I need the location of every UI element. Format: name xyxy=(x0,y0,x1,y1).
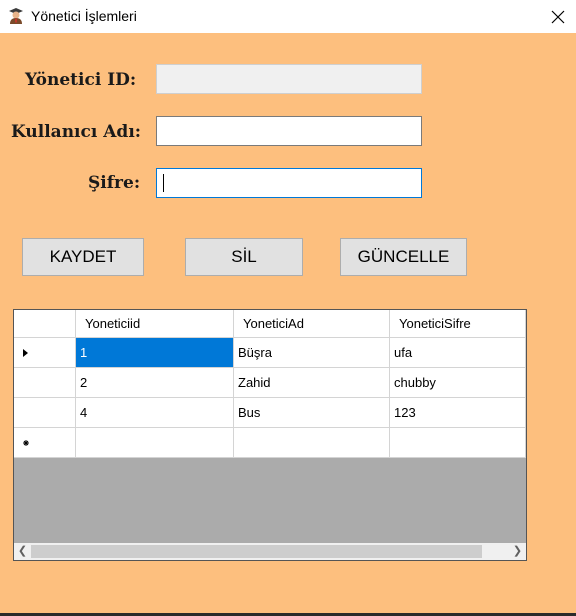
id-field[interactable] xyxy=(156,64,422,94)
column-header-yoneticisifre[interactable]: YoneticiSifre xyxy=(390,310,526,338)
username-label: Kullanıcı Adı: xyxy=(11,122,142,142)
new-row-asterisk-icon xyxy=(23,440,29,446)
table-cell[interactable]: Bus xyxy=(234,398,390,428)
table-cell[interactable]: 4 xyxy=(76,398,234,428)
new-row-cell[interactable] xyxy=(390,428,526,458)
update-button[interactable]: GÜNCELLE xyxy=(340,238,467,276)
save-button[interactable]: KAYDET xyxy=(22,238,144,276)
column-header-yoneticiid[interactable]: Yoneticiid xyxy=(76,310,234,338)
new-row-cell[interactable] xyxy=(234,428,390,458)
row-header[interactable] xyxy=(14,398,76,428)
form-area: Yönetici ID: Kullanıcı Adı: Şifre: KAYDE… xyxy=(0,33,576,613)
admin-user-icon xyxy=(7,6,25,24)
column-header-yoneticiad[interactable]: YoneticiAd xyxy=(234,310,390,338)
row-header-new[interactable] xyxy=(14,428,76,458)
grid-corner-header[interactable] xyxy=(14,310,76,338)
table-cell[interactable]: 123 xyxy=(390,398,526,428)
scrollbar-thumb[interactable] xyxy=(31,545,482,558)
window-title: Yönetici İşlemleri xyxy=(31,8,137,24)
password-label: Şifre: xyxy=(88,173,141,193)
id-label: Yönetici ID: xyxy=(25,70,137,90)
title-bar: Yönetici İşlemleri xyxy=(0,0,576,33)
delete-button[interactable]: SİL xyxy=(185,238,303,276)
table-cell[interactable]: chubby xyxy=(390,368,526,398)
password-field[interactable] xyxy=(156,168,422,198)
horizontal-scrollbar[interactable]: ❮ ❯ xyxy=(14,543,526,560)
current-row-arrow-icon xyxy=(23,349,28,357)
username-field[interactable] xyxy=(156,116,422,146)
text-caret xyxy=(163,174,164,192)
close-icon xyxy=(551,10,565,24)
scroll-left-icon[interactable]: ❮ xyxy=(14,543,31,560)
table-cell[interactable]: 1 xyxy=(76,338,234,368)
table-cell[interactable]: Zahid xyxy=(234,368,390,398)
table-cell[interactable]: ufa xyxy=(390,338,526,368)
scroll-right-icon[interactable]: ❯ xyxy=(509,543,526,560)
yonetici-window: Yönetici İşlemleri Yönetici ID: Kullanıc… xyxy=(0,0,576,616)
close-button[interactable] xyxy=(540,2,576,32)
new-row-cell[interactable] xyxy=(76,428,234,458)
table-cell[interactable]: Büşra xyxy=(234,338,390,368)
admin-data-grid[interactable]: Yoneticiid YoneticiAd YoneticiSifre 1 Bü… xyxy=(13,309,527,561)
row-header-current[interactable] xyxy=(14,338,76,368)
table-cell[interactable]: 2 xyxy=(76,368,234,398)
row-header[interactable] xyxy=(14,368,76,398)
